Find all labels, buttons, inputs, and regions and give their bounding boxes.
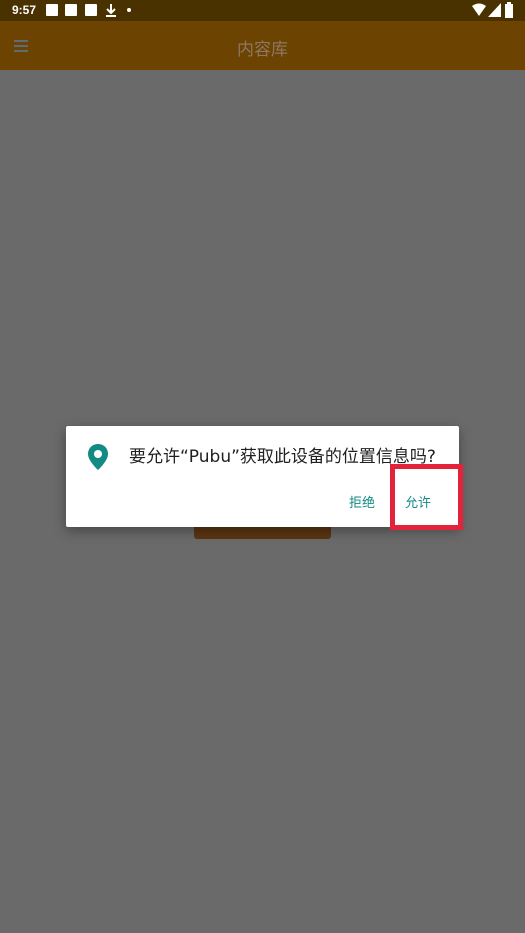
app-bar: 内容库: [0, 21, 525, 70]
status-time: 9:57: [12, 3, 37, 17]
notification-icon: [65, 4, 77, 16]
more-notifications-icon: [127, 8, 131, 12]
deny-button[interactable]: 拒绝: [349, 492, 375, 511]
wifi-icon: [472, 3, 486, 16]
battery-icon: [505, 2, 513, 18]
download-icon: [106, 4, 116, 17]
page-title: 内容库: [237, 40, 288, 60]
status-bar: 9:57: [0, 0, 525, 21]
location-pin-icon: [88, 444, 108, 470]
signal-icon: [488, 3, 501, 17]
highlight-box: [390, 464, 463, 530]
notification-icon: [46, 4, 58, 16]
notification-icon: [85, 4, 97, 16]
